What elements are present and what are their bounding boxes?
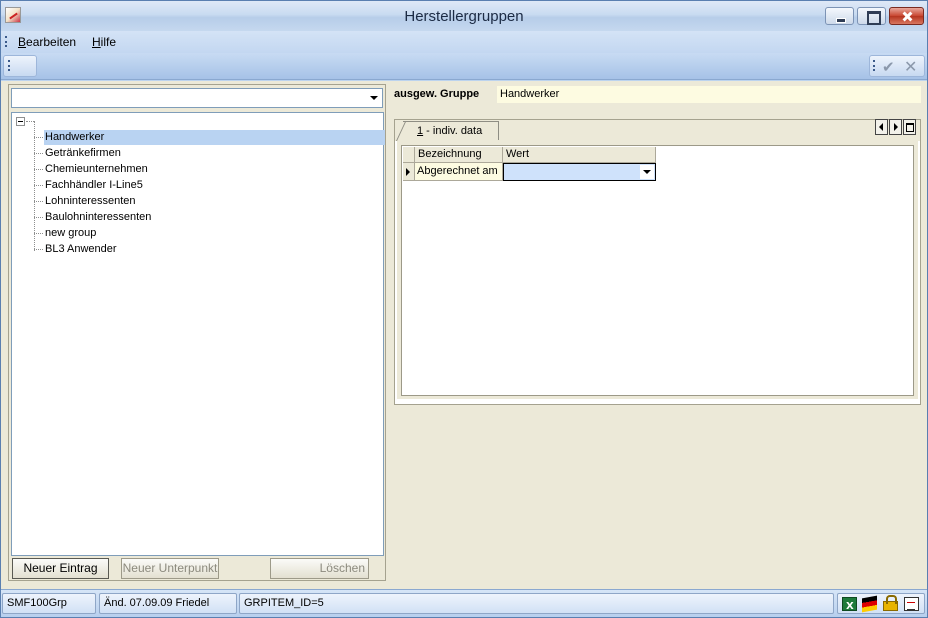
minimize-button[interactable]	[825, 7, 854, 25]
selected-group-field: Handwerker	[497, 86, 921, 103]
group-filter-combo[interactable]	[11, 88, 383, 108]
toolbar-right-group: ✔ ✕	[869, 55, 925, 77]
status-bar: SMF100Grp Änd. 07.09.09 Friedel GRPITEM_…	[1, 589, 927, 617]
delete-button[interactable]: Löschen	[270, 558, 369, 579]
grid-corner	[403, 147, 415, 163]
grid-cell-wert[interactable]	[503, 163, 656, 181]
tree-item-label: Handwerker	[44, 130, 385, 145]
collapse-icon[interactable]	[16, 117, 25, 126]
cancel-icon[interactable]: ✕	[904, 57, 917, 77]
client-area: Handwerker Getränkefirmen Chemieunterneh…	[1, 81, 927, 589]
tree-item-label: new group	[45, 227, 97, 239]
grid-cell-bezeichnung: Abgerechnet am	[415, 163, 503, 181]
status-icons	[837, 593, 925, 616]
new-entry-button[interactable]: Neuer Eintrag	[12, 558, 109, 579]
tree-item-label: BL3 Anwender	[45, 243, 117, 255]
tab-scroll-right-icon[interactable]	[889, 119, 902, 135]
window-title: Herstellergruppen	[404, 8, 524, 25]
group-tree[interactable]: Handwerker Getränkefirmen Chemieunterneh…	[11, 112, 385, 556]
tree-item[interactable]: new group	[34, 225, 384, 241]
confirm-icon[interactable]: ✔	[882, 58, 895, 76]
toolbar-right-grip-icon[interactable]	[873, 60, 875, 71]
tree-item[interactable]: Lohninteressenten	[34, 193, 384, 209]
column-header[interactable]: Wert	[503, 147, 656, 163]
tree-item-label: Fachhändler I-Line5	[45, 179, 143, 191]
left-panel: Handwerker Getränkefirmen Chemieunterneh…	[8, 84, 386, 581]
menu-grip-icon[interactable]	[5, 36, 7, 47]
tree-item[interactable]: BL3 Anwender	[34, 241, 384, 257]
menu-bearbeiten[interactable]: Bearbeiten	[18, 35, 76, 49]
german-flag-icon[interactable]	[862, 595, 877, 613]
excel-icon[interactable]	[842, 597, 857, 616]
status-record: GRPITEM_ID=5	[239, 593, 834, 614]
tree-item[interactable]: Handwerker	[34, 129, 385, 145]
row-indicator-icon	[403, 163, 415, 181]
tree-item[interactable]: Chemieunternehmen	[34, 161, 384, 177]
tree-item-label: Lohninteressenten	[45, 195, 136, 207]
menu-hilfe[interactable]: Hilfe	[92, 35, 116, 49]
close-button[interactable]	[889, 7, 924, 25]
tab-list-icon[interactable]	[903, 119, 916, 135]
selected-group-label: ausgew. Gruppe	[394, 88, 480, 100]
column-header[interactable]: Bezeichnung	[415, 147, 503, 163]
toolbar-grip-icon[interactable]	[8, 60, 10, 71]
toolbar-left-group[interactable]	[3, 55, 37, 77]
new-subitem-button[interactable]: Neuer Unterpunkt	[121, 558, 219, 579]
tree-action-bar: Neuer Eintrag Neuer Unterpunkt Löschen	[11, 558, 384, 580]
title-bar[interactable]: Herstellergruppen	[1, 1, 927, 31]
tree-item-label: Baulohninteressenten	[45, 211, 152, 223]
tree-item[interactable]: Baulohninteressenten	[34, 209, 384, 225]
main-window: Herstellergruppen Bearbeiten Hilfe ✔ ✕ H…	[0, 0, 928, 618]
chevron-down-icon[interactable]	[366, 90, 381, 106]
document-icon[interactable]	[904, 597, 919, 611]
tree-item-label: Chemieunternehmen	[45, 163, 148, 175]
tree-item-label: Getränkefirmen	[45, 147, 121, 159]
menu-bar: Bearbeiten Hilfe	[1, 31, 927, 53]
tree-item[interactable]: Getränkefirmen	[34, 145, 384, 161]
tab-content: Bezeichnung Wert Abgerechnet am	[397, 141, 918, 399]
status-changed: Änd. 07.09.09 Friedel	[99, 593, 237, 614]
tab-scroll-left-icon[interactable]	[875, 119, 888, 135]
lock-icon[interactable]	[883, 595, 898, 611]
data-grid[interactable]: Bezeichnung Wert Abgerechnet am	[401, 145, 914, 396]
maximize-button[interactable]	[857, 7, 886, 25]
tab-indiv-data[interactable]: 1 - indiv. data	[403, 121, 499, 140]
status-module: SMF100Grp	[2, 593, 96, 614]
tree-connector	[26, 121, 34, 122]
toolbar: ✔ ✕	[1, 53, 927, 80]
tree-item[interactable]: Fachhändler I-Line5	[34, 177, 384, 193]
chevron-down-icon[interactable]	[640, 165, 654, 179]
